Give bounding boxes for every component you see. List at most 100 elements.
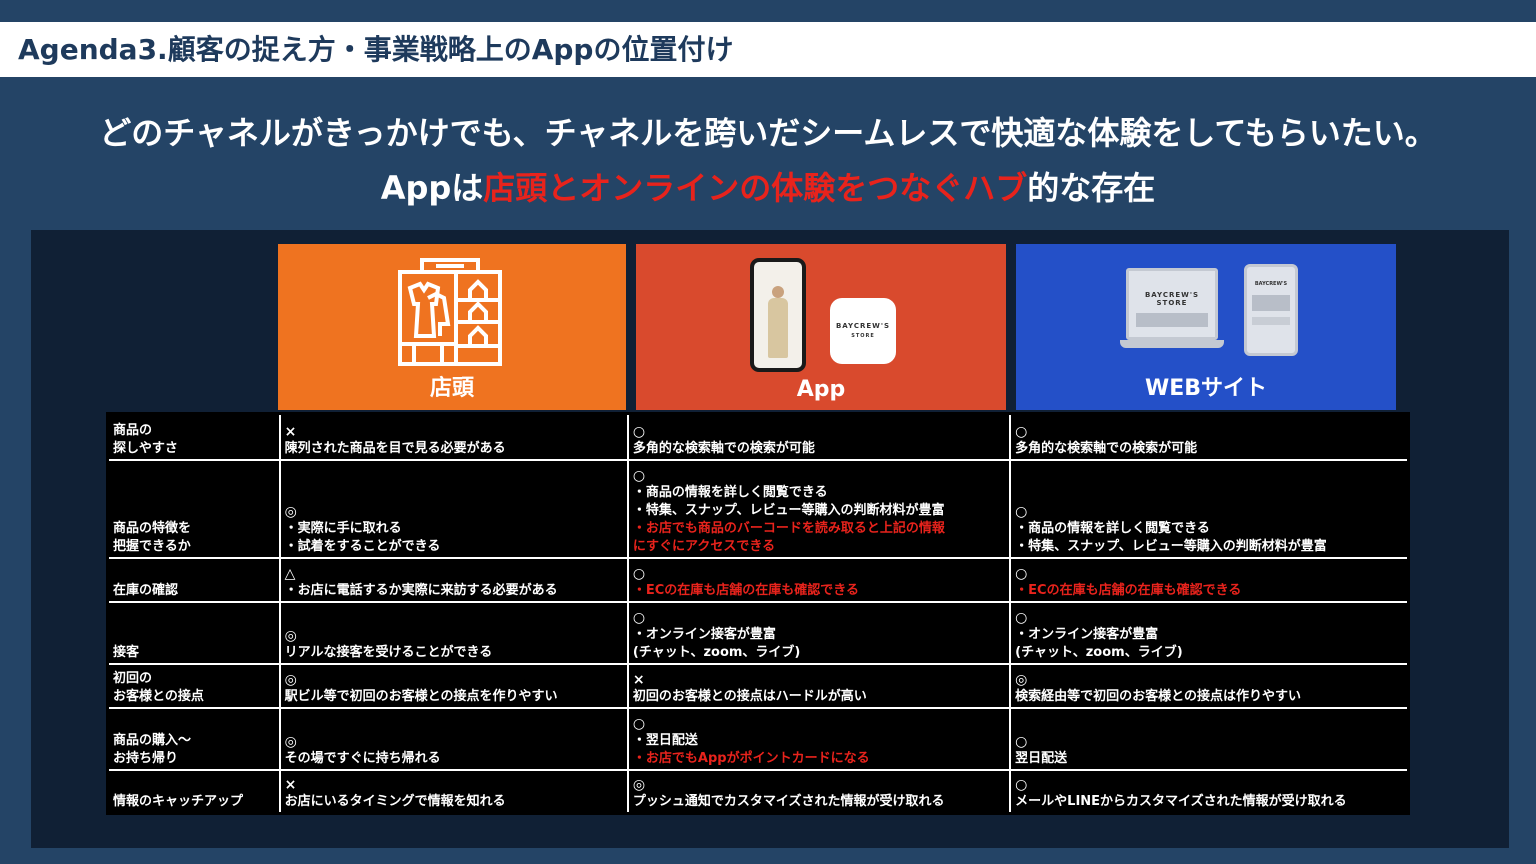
cell-app: ○ 多角的な検索軸での検索が可能 [626, 412, 1012, 461]
subline: Appは店頭とオンラインの体験をつなぐハブ的な存在 [0, 163, 1536, 209]
row-header-line: 探しやすさ [113, 440, 178, 456]
rating-mark: △ [284, 565, 296, 582]
cell-store: × お店にいるタイミングで情報を知れる [278, 768, 629, 815]
cell-text: ・ECの在庫も店舗の在庫も確認できる [632, 582, 860, 598]
cell-text: ・商品の情報を詳しく閲覧できる [1015, 520, 1210, 536]
rating-mark: ○ [1015, 609, 1028, 626]
row-header: 商品の特徴を 把握できるか [106, 458, 281, 559]
rating-mark: ○ [1015, 733, 1028, 750]
cell-web: ○ ・オンライン接客が豊富 (チャット、zoom、ライブ) [1009, 600, 1410, 665]
cell-app: × 初回のお客様との接点はハードルが高い [626, 662, 1012, 709]
cell-text: ・翌日配送 [632, 732, 698, 748]
cell-text: ・試着をすることができる [284, 538, 441, 554]
cell-web: ○ ・商品の情報を詳しく閲覧できる ・特集、スナップ、レビュー等購入の判断材料が豊富 [1009, 458, 1410, 559]
cell-store: △ ・お店に電話するか実際に来訪する必要がある [278, 556, 629, 603]
phone-screen-text: BAYCREW'S [1254, 281, 1288, 287]
cell-text: プッシュ通知でカスタマイズされた情報が受け取れる [632, 794, 945, 809]
row-header-line: 商品の購入〜 [113, 732, 192, 748]
cell-store: ◎ ・実際に手に取れる・試着をすることができる [278, 458, 629, 559]
cell-text: ・実際に手に取れる [284, 520, 402, 536]
cell-text: 多角的な検索軸での検索が可能 [1015, 440, 1198, 456]
cell-text: (チャット、zoom、ライブ) [632, 644, 801, 660]
row-header: 初回のお客様との接点 [106, 662, 281, 709]
cell-text: 陳列された商品を目で見る必要がある [284, 440, 506, 456]
cell-text: 初回のお客様との接点はハードルが高い [632, 688, 867, 704]
row-header: 商品の 探しやすさ [106, 412, 281, 461]
cell-web: ○ メールやLINEからカスタマイズされた情報が受け取れる [1009, 768, 1410, 815]
app-logo-subtext: STORE [851, 333, 875, 339]
cell-web: ○ 翌日配送 [1009, 706, 1410, 771]
cell-text: (チャット、zoom、ライブ) [1015, 644, 1183, 660]
cell-text: にすぐにアクセスできる [632, 538, 776, 554]
row-header-line: 把握できるか [113, 538, 191, 554]
app-logo-icon: BAYCREW'S STORE [830, 298, 896, 364]
table-row: 在庫の確認 △ ・お店に電話するか実際に来訪する必要がある ○ ・ECの在庫も店舗の在庫… [106, 556, 1410, 603]
rating-mark: × [284, 777, 297, 793]
channel-header-app: BAYCREW'S STORE App [636, 244, 1006, 410]
phone-image [750, 258, 806, 372]
rating-mark: ○ [632, 715, 646, 732]
cell-app: ○ ・ECの在庫も店舗の在庫も確認できる [626, 556, 1012, 603]
cell-text: ・特集、スナップ、レビュー等購入の判断材料が豊富 [632, 502, 945, 518]
store-shelf-icon [398, 258, 502, 366]
cell-text: 翌日配送 [1015, 750, 1068, 766]
row-header-line: 商品の特徴を [113, 520, 192, 536]
rating-mark: ○ [632, 423, 646, 440]
channel-header-store: 店頭 [278, 244, 626, 410]
cell-store: ◎ その場ですぐに持ち帰れる [278, 706, 629, 771]
table-row: 商品の購入〜 お持ち帰り ◎ その場ですぐに持ち帰れる ○ ・翌日配送 ・お店でもAppがポ… [106, 706, 1410, 771]
row-header-line: 情報のキャッチアップ [113, 794, 244, 809]
cell-text: ・お店でもAppがポイントカードになる [632, 750, 870, 766]
cell-text: リアルな接客を受けることができる [284, 644, 493, 660]
row-header: 接客 [106, 600, 281, 665]
cell-web: ○ 多角的な検索軸での検索が可能 [1009, 412, 1410, 461]
row-header: 商品の購入〜 お持ち帰り [106, 706, 281, 771]
row-header: 在庫の確認 [106, 556, 281, 603]
subline-prefix: Appは [380, 169, 484, 207]
cell-text: 多角的な検索軸での検索が可能 [632, 440, 815, 456]
cell-text: メールやLINEからカスタマイズされた情報が受け取れる [1015, 794, 1347, 809]
rating-mark: ◎ [632, 777, 646, 793]
rating-mark: ○ [1015, 423, 1028, 440]
table-row: 商品の 探しやすさ × 陳列された商品を目で見る必要がある ○ 多角的な検索軸での検索が可… [106, 412, 1410, 461]
cell-text: ・ECの在庫も店舗の在庫も確認できる [1015, 582, 1242, 598]
row-header-line: 在庫の確認 [113, 582, 179, 598]
row-header-line: 初回の [113, 670, 153, 686]
rating-mark: ○ [1015, 565, 1028, 582]
table-row: 商品の特徴を 把握できるか ◎ ・実際に手に取れる ・試着をすることができる ○ ・商品の情… [106, 458, 1410, 559]
cell-text: ・オンライン接客が豊富 [632, 626, 776, 642]
table-row: 初回の お客様との接点 ◎ 駅ビル等で初回のお客様との接点を作りやすい × 初回のお客様と… [106, 662, 1410, 709]
rating-mark: ◎ [284, 627, 297, 644]
channel-header-web: BAYCREW'S STORE BAYCREW'S WEBサイト [1016, 244, 1396, 410]
phone-screen-icon: BAYCREW'S [1244, 264, 1298, 356]
subline-highlight: 店頭とオンラインの体験をつなぐハブ [483, 169, 1028, 207]
cell-text: お店にいるタイミングで情報を知れる [284, 794, 506, 809]
comparison-table: 商品の 探しやすさ × 陳列された商品を目で見る必要がある ○ 多角的な検索軸での検索が可… [106, 412, 1410, 815]
cell-text: 駅ビル等で初回のお客様との接点を作りやすい [284, 688, 558, 704]
cell-app: ◎ プッシュ通知でカスタマイズされた情報が受け取れる [626, 768, 1012, 815]
cell-text: ・お店に電話するか実際に来訪する必要がある [284, 582, 558, 598]
cell-text: その場ですぐに持ち帰れる [284, 750, 441, 766]
rating-mark: ○ [1015, 777, 1028, 793]
cell-app: ○ ・オンライン接客が豊富 (チャット、zoom、ライブ) [626, 600, 1012, 665]
rating-mark: ○ [632, 565, 646, 582]
rating-mark: ◎ [284, 733, 297, 750]
rating-mark: ◎ [1015, 671, 1028, 688]
rating-mark: ◎ [284, 671, 297, 688]
page-title: Agenda3.顧客の捉え方・事業戦略上のAppの位置付け [0, 22, 1536, 77]
cell-store: ◎ 駅ビル等で初回のお客様との接点を作りやすい [278, 662, 629, 709]
cell-text: ・お店でも商品のバーコードを読み取ると上記の情報 [632, 520, 945, 536]
row-header-line: 商品の [113, 422, 153, 438]
headline: どのチャネルがきっかけでも、チャネルを跨いだシームレスで快適な体験をしてもらいた… [99, 114, 1437, 152]
cell-text: ・オンライン接客が豊富 [1015, 626, 1159, 642]
top-strip [0, 0, 1536, 22]
table-row: 接客 ◎ リアルな接客を受けることができる ○ ・オンライン接客が豊富 (チャット、zoo… [106, 600, 1410, 665]
rating-mark: × [284, 423, 297, 440]
row-header: 情報のキャッチアップ [106, 768, 281, 815]
row-header-line: お客様との接点 [113, 688, 204, 704]
cell-text: ・特集、スナップ、レビュー等購入の判断材料が豊富 [1015, 538, 1327, 554]
cell-text: ・商品の情報を詳しく閲覧できる [632, 484, 828, 500]
row-header-line: お持ち帰り [113, 750, 179, 766]
rating-mark: ◎ [284, 503, 297, 520]
channel-label-app: App [796, 377, 846, 402]
